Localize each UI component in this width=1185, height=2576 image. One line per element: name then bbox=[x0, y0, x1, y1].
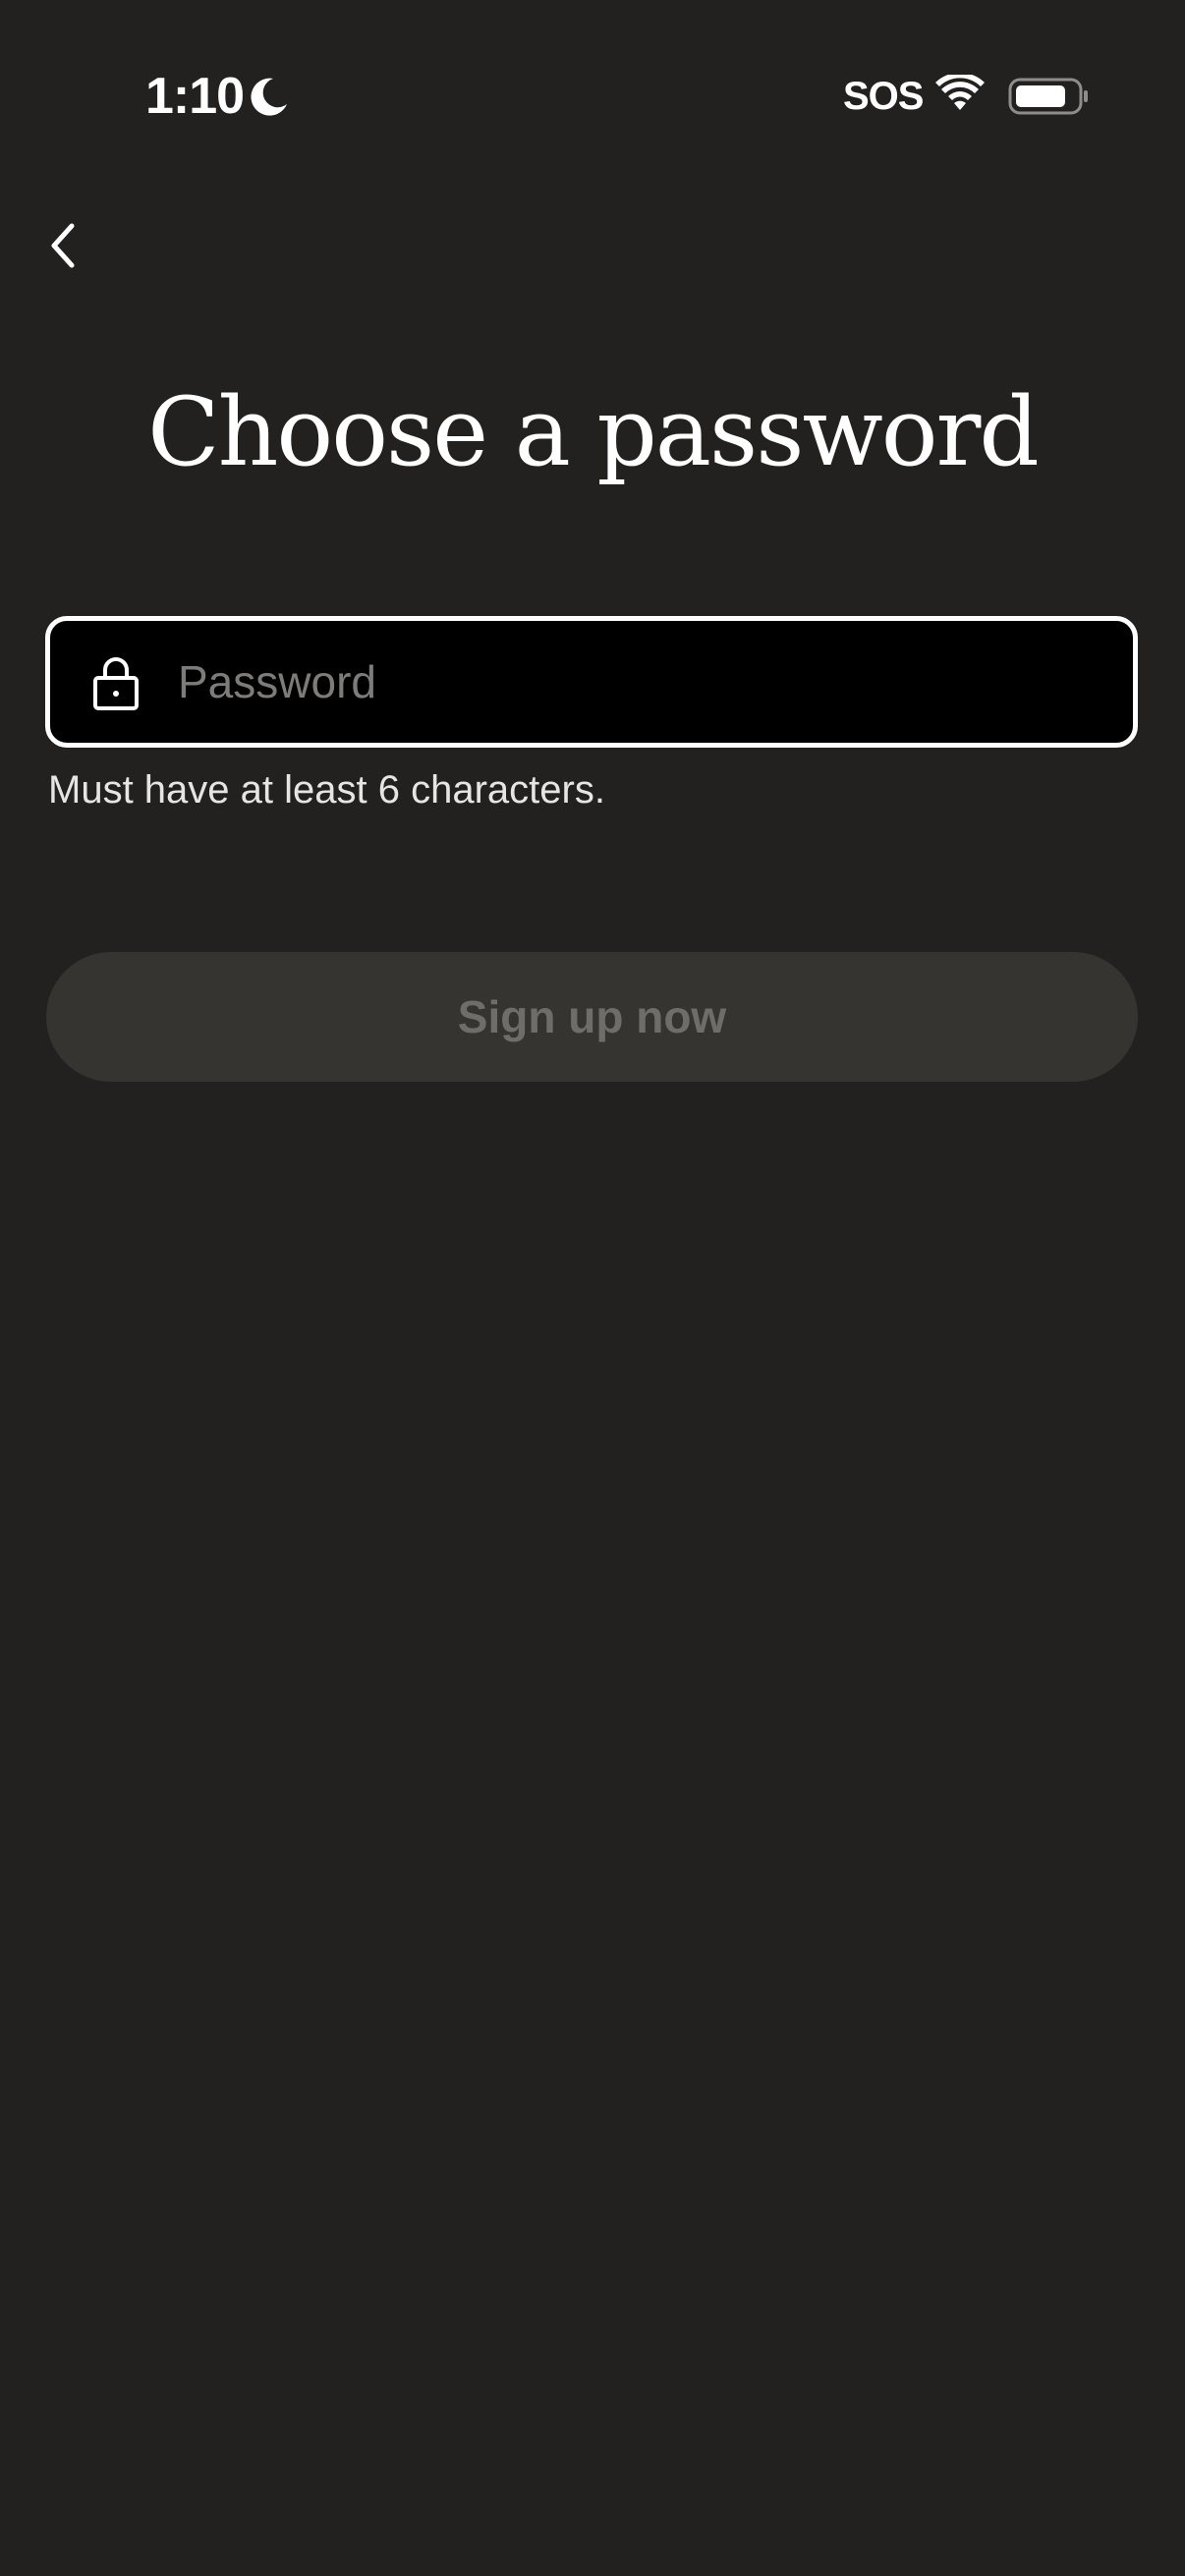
lock-icon bbox=[93, 657, 139, 710]
page-title: Choose a password bbox=[147, 377, 1040, 487]
status-bar: 1:10 SOS bbox=[0, 0, 1185, 196]
sign-up-button[interactable]: Sign up now bbox=[46, 952, 1138, 1082]
wifi-icon bbox=[935, 75, 985, 110]
battery-icon bbox=[1008, 78, 1088, 115]
status-sos: SOS bbox=[843, 75, 924, 118]
status-time: 1:10 bbox=[145, 68, 245, 125]
back-button[interactable] bbox=[31, 210, 94, 281]
password-helper-text: Must have at least 6 characters. bbox=[48, 768, 605, 812]
password-input[interactable] bbox=[178, 641, 1101, 723]
moon-icon bbox=[251, 78, 287, 116]
chevron-left-icon bbox=[51, 223, 75, 268]
password-field[interactable] bbox=[45, 616, 1138, 748]
sign-up-button-label: Sign up now bbox=[457, 991, 727, 1042]
